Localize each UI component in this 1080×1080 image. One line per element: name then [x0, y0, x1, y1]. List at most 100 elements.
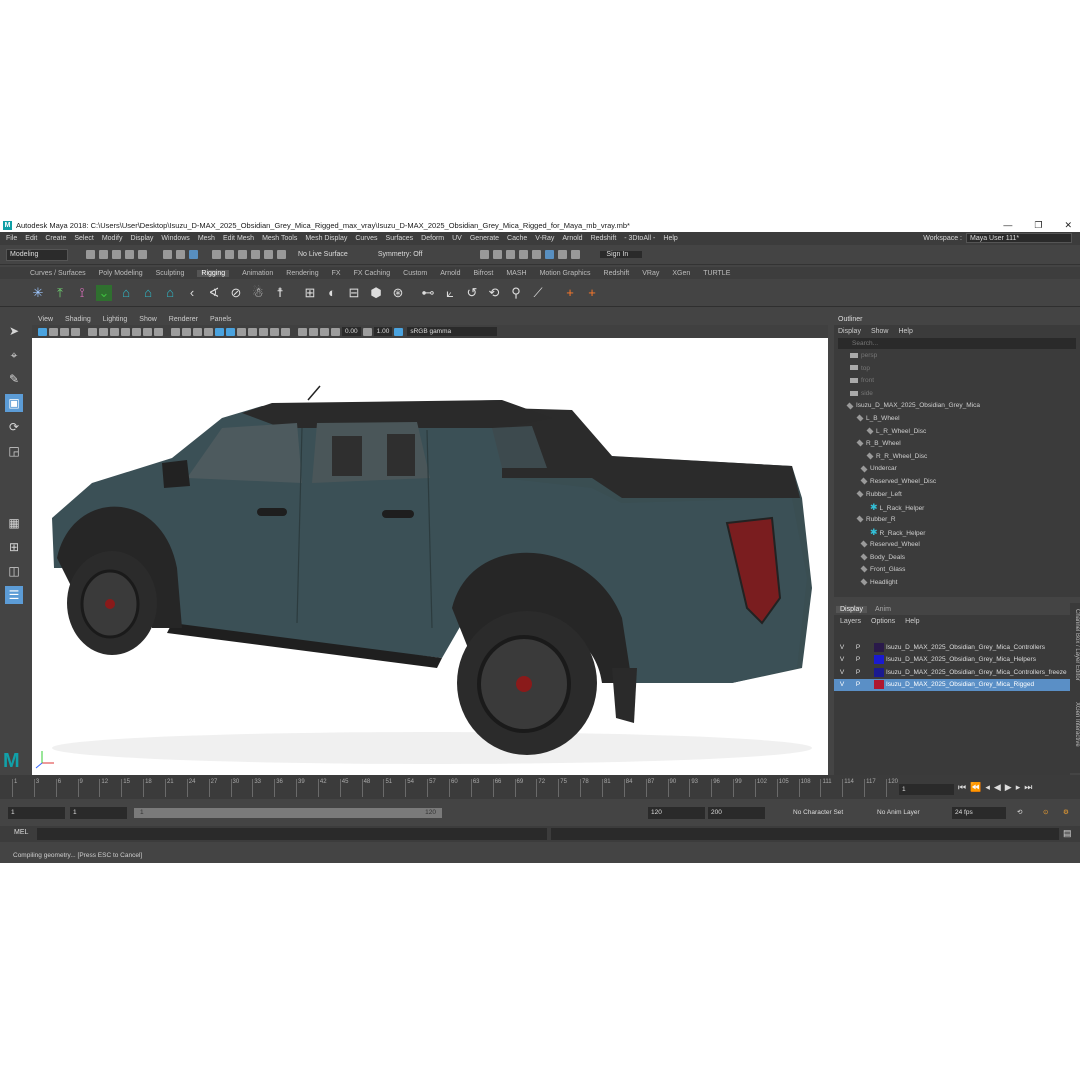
skeleton-icon[interactable]: ⌂: [162, 285, 178, 301]
scale-tool-icon[interactable]: ◲: [5, 442, 23, 460]
ipr-render-icon[interactable]: [506, 250, 516, 259]
outliner-menu-help[interactable]: Help: [898, 328, 912, 335]
render-settings-icon[interactable]: [519, 250, 529, 259]
shelf-tab-vray[interactable]: VRay: [642, 270, 659, 277]
panel-menu-show[interactable]: Show: [139, 316, 157, 323]
bookmarks-icon[interactable]: [60, 327, 69, 336]
create-joints-icon[interactable]: ✳: [30, 285, 46, 301]
panel-menu-renderer[interactable]: Renderer: [169, 316, 198, 323]
snap-curve-icon[interactable]: [225, 250, 234, 259]
outliner-item[interactable]: front: [834, 375, 1080, 388]
outliner-item[interactable]: top: [834, 363, 1080, 376]
exposure-icon[interactable]: [331, 327, 340, 336]
layer-menu-layers[interactable]: Layers: [840, 618, 861, 625]
wireframe-icon[interactable]: [171, 327, 180, 336]
pole-vector-icon[interactable]: ⟋: [530, 285, 546, 301]
layer-row[interactable]: V P Isuzu_D_MAX_2025_Obsidian_Grey_Mica_Co…: [834, 641, 1070, 654]
time-slider[interactable]: 1 3 6 9 12 15 18 21 24 27 30 33 36 39 42 45 48 51 54 57 60 63…: [0, 775, 1080, 799]
shelf-tab-curves-surfaces[interactable]: Curves / Surfaces: [30, 270, 86, 277]
menu-windows[interactable]: Windows: [161, 235, 189, 242]
select-camera-icon[interactable]: [38, 327, 47, 336]
parent-constraint-icon[interactable]: ⚲: [508, 285, 524, 301]
sign-in-button[interactable]: Sign In: [600, 251, 643, 258]
layer-visibility-toggle[interactable]: V: [834, 656, 850, 663]
menu-surfaces[interactable]: Surfaces: [386, 235, 414, 242]
shelf-tab-poly-modeling[interactable]: Poly Modeling: [99, 270, 143, 277]
snap-grid-icon[interactable]: [212, 250, 221, 259]
layer-row[interactable]: V P Isuzu_D_MAX_2025_Obsidian_Grey_Mica_Ri…: [834, 678, 1070, 691]
wrap-icon[interactable]: ⬢: [368, 285, 384, 301]
mirror-joint-icon[interactable]: ‹: [184, 285, 200, 301]
shelf-tab-xgen[interactable]: XGen: [672, 270, 690, 277]
playback-start-field[interactable]: 1: [70, 807, 127, 819]
single-view-icon[interactable]: ▦: [5, 514, 23, 532]
layer-menu-options[interactable]: Options: [871, 618, 895, 625]
camera-attributes-icon[interactable]: [49, 327, 58, 336]
play-back-icon[interactable]: ◀: [994, 782, 1001, 793]
select-object-icon[interactable]: [176, 250, 185, 259]
snap-point-icon[interactable]: [238, 250, 247, 259]
redo-icon[interactable]: [138, 250, 147, 259]
outliner-item[interactable]: Isuzu_D_MAX_2025_Obsidian_Grey_Mica: [834, 400, 1080, 413]
menu-mesh-tools[interactable]: Mesh Tools: [262, 235, 297, 242]
mel-input[interactable]: [37, 828, 547, 840]
layer-visibility-toggle[interactable]: V: [834, 644, 850, 651]
outliner-item[interactable]: L_B_Wheel: [834, 413, 1080, 426]
time-ruler[interactable]: 1 3 6 9 12 15 18 21 24 27 30 33 36 39 42 45 48 51 54 57 60 63…: [12, 779, 898, 797]
skin-bind-icon[interactable]: ⌄: [96, 284, 112, 301]
sculpt-deformer-icon[interactable]: ⊛: [390, 285, 406, 301]
layer-row[interactable]: V P Isuzu_D_MAX_2025_Obsidian_Grey_Mica_Co…: [834, 666, 1070, 679]
anim-start-field[interactable]: 1: [8, 807, 65, 819]
outliner-item[interactable]: Reserved_Wheel_Disc: [834, 476, 1080, 489]
ik-spline-icon[interactable]: ⟟: [74, 285, 90, 301]
channel-box-side-tab[interactable]: Channel Box / Layer Editor XGen Interact…: [1070, 603, 1080, 773]
step-back-key-icon[interactable]: ⏪: [970, 782, 981, 793]
exposure-field[interactable]: 0.00: [342, 327, 361, 336]
preferences-icon[interactable]: ⚙: [1060, 807, 1074, 819]
character-set-dropdown[interactable]: No Character Set: [790, 807, 868, 819]
layer-tab-anim[interactable]: Anim: [871, 606, 895, 613]
go-end-icon[interactable]: ⏭: [1024, 782, 1032, 793]
aim-constraint-icon[interactable]: ⟀: [442, 285, 458, 301]
range-slider[interactable]: 1 120: [134, 808, 442, 818]
t-pose-icon[interactable]: ☨: [272, 285, 288, 301]
shelf-tab-redshift[interactable]: Redshift: [604, 270, 630, 277]
smooth-shade-icon[interactable]: [182, 327, 191, 336]
workspace-dropdown[interactable]: Maya User 111*: [966, 233, 1072, 243]
wireframe-on-shaded-icon[interactable]: [193, 327, 202, 336]
live-surface-label[interactable]: No Live Surface: [298, 251, 348, 258]
move-tool-icon[interactable]: ▣: [5, 394, 23, 412]
paint-weights-icon[interactable]: ⊘: [228, 285, 244, 301]
open-scene-icon[interactable]: [99, 250, 108, 259]
menu-v-ray[interactable]: V-Ray: [535, 235, 554, 242]
hypershade-icon[interactable]: [532, 250, 542, 259]
menu-help[interactable]: Help: [663, 235, 677, 242]
menu-display[interactable]: Display: [130, 235, 153, 242]
shelf-tab-mash[interactable]: MASH: [506, 270, 526, 277]
menu-create[interactable]: Create: [45, 235, 66, 242]
undo-icon[interactable]: [125, 250, 134, 259]
menu-modify[interactable]: Modify: [102, 235, 123, 242]
shelf-tab-rendering[interactable]: Rendering: [286, 270, 318, 277]
ambient-occlusion-icon[interactable]: [248, 327, 257, 336]
current-frame-field[interactable]: 1: [899, 784, 954, 795]
layer-menu-help[interactable]: Help: [905, 618, 919, 625]
shelf-tab-custom[interactable]: Custom: [403, 270, 427, 277]
vray-render-icon[interactable]: [545, 250, 555, 259]
step-forward-icon[interactable]: ▸: [1016, 782, 1021, 793]
orient-constraint-icon[interactable]: ↺: [464, 285, 480, 301]
menu-mesh-display[interactable]: Mesh Display: [305, 235, 347, 242]
step-back-icon[interactable]: ◂: [985, 782, 990, 793]
new-scene-icon[interactable]: [86, 250, 95, 259]
human-ik-icon[interactable]: ⌂: [140, 285, 156, 301]
motion-blur-icon[interactable]: [259, 327, 268, 336]
menu-mesh[interactable]: Mesh: [198, 235, 215, 242]
menu-edit[interactable]: Edit: [25, 235, 37, 242]
anim-end-field[interactable]: 200: [708, 807, 765, 819]
close-button[interactable]: ✕: [1064, 220, 1072, 231]
layer-color-swatch[interactable]: [874, 642, 884, 652]
isolate-select-icon[interactable]: [298, 327, 307, 336]
menu-file[interactable]: File: [6, 235, 17, 242]
maximize-button[interactable]: ❐: [1034, 220, 1042, 231]
xray-icon[interactable]: [204, 327, 213, 336]
